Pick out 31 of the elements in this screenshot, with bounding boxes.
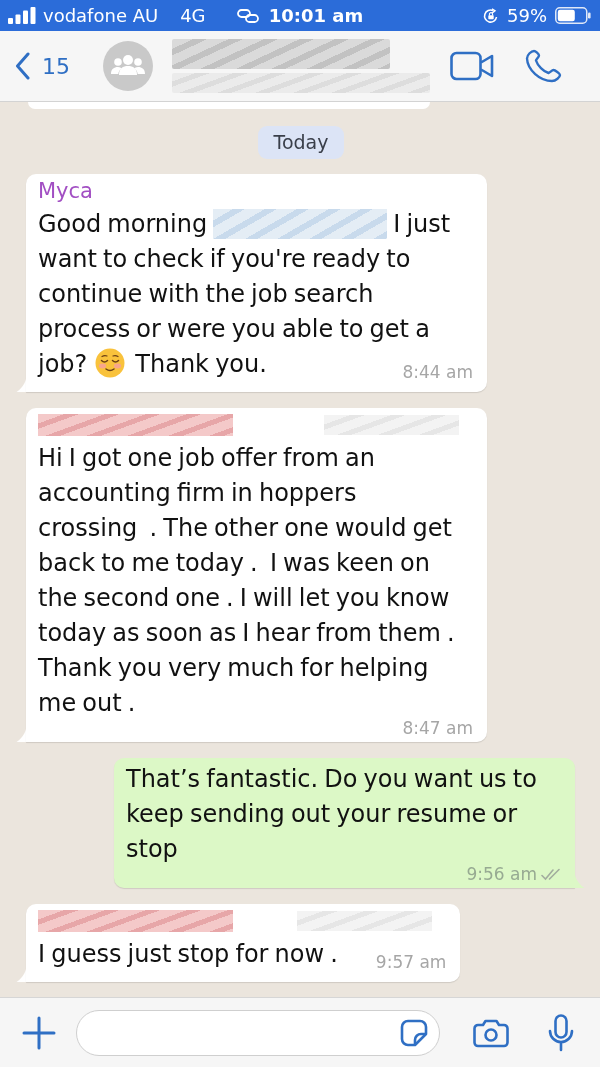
smiling-face-icon <box>95 348 126 378</box>
message-text: That’s fantastic. Do you want us to keep sending out your resume or stop <box>126 764 538 865</box>
message-time: 8:47 am <box>402 718 473 738</box>
message-text: I guess just stop for now . <box>38 940 338 968</box>
message-time: 9:56 am <box>466 864 537 884</box>
message-text: I just <box>393 210 451 238</box>
message-text: Good morning <box>38 210 208 238</box>
network-type: 4G <box>180 4 206 27</box>
clock-time: 10:01 am <box>268 4 364 27</box>
back-button[interactable]: 15 <box>15 52 70 80</box>
rotation-lock-icon <box>483 7 499 24</box>
battery-icon <box>555 7 591 24</box>
message-time: 8:44 am <box>402 362 473 382</box>
signal-bars-icon <box>8 7 36 24</box>
plus-icon[interactable] <box>22 1015 56 1050</box>
message-text: Thank you. <box>135 350 267 378</box>
message-text: Hi I got one job offer from an accounting firm in hoppers crossing . The other one would get back to me today . I was keen on the second one . I will let you know today as soon as I hear from them . Thank you very much for helping me out . <box>38 443 456 719</box>
message-time: 9:57 am <box>375 952 447 972</box>
video-camera-icon[interactable] <box>450 51 494 81</box>
date-chip: Today <box>257 126 345 159</box>
battery-percent: 59% <box>507 4 547 27</box>
carrier-name: vodafone AU <box>43 4 159 27</box>
phone-icon[interactable] <box>525 49 563 83</box>
message-input[interactable] <box>76 1009 440 1056</box>
camera-icon[interactable] <box>473 1017 509 1048</box>
back-icon <box>15 52 30 80</box>
microphone-icon[interactable] <box>548 1013 574 1052</box>
link-icon <box>236 8 259 23</box>
message-text: job? <box>38 350 88 378</box>
sender-name: Myca <box>38 178 94 204</box>
sticker-icon[interactable] <box>399 1017 429 1048</box>
